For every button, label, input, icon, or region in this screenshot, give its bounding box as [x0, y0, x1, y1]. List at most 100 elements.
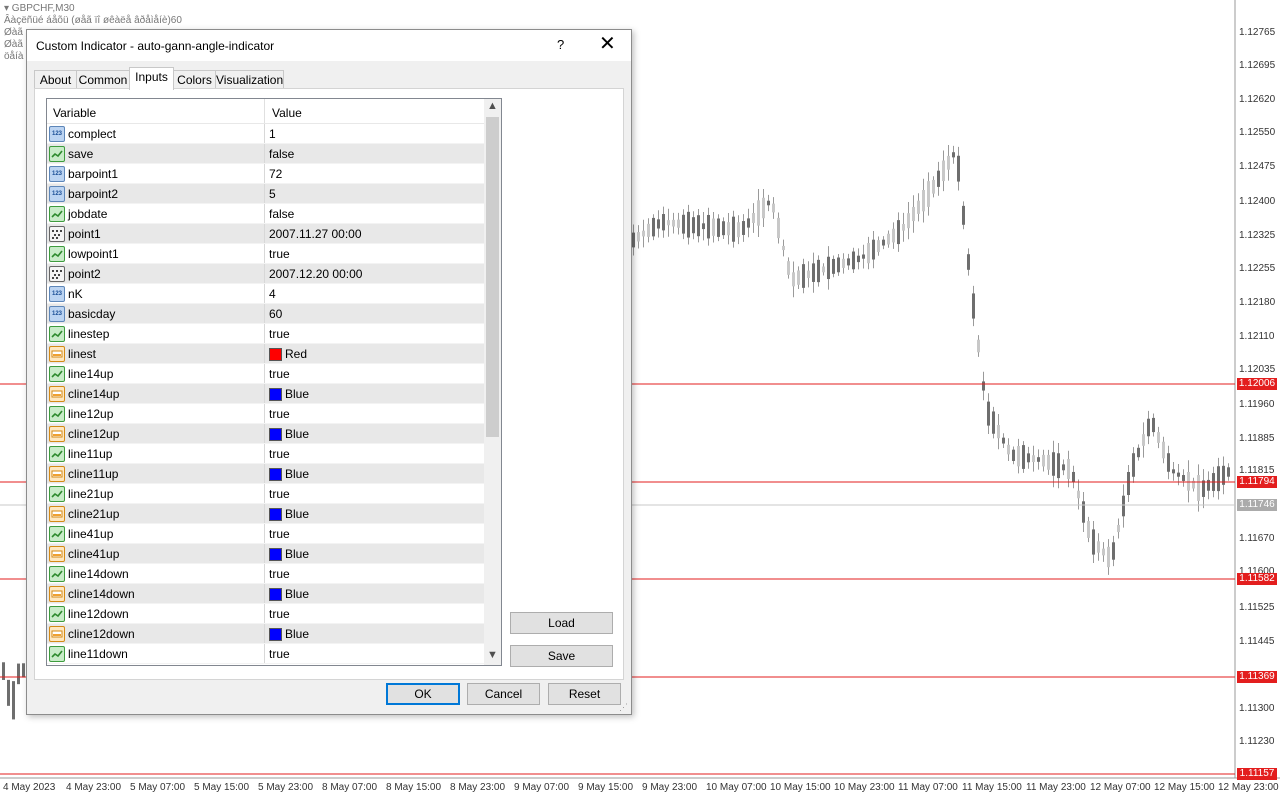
input-row-nK[interactable]: 123 nK 4 [47, 284, 484, 304]
input-row-barpoint1[interactable]: 123 barpoint1 72 [47, 164, 484, 184]
candle-body [1052, 452, 1055, 476]
scroll-thumb[interactable] [486, 117, 499, 437]
column-header-variable[interactable]: Variable [53, 106, 96, 120]
variable-value[interactable]: true [269, 567, 290, 581]
variable-value[interactable]: 1 [269, 127, 276, 141]
cell-separator [264, 224, 265, 244]
input-row-linest[interactable]: linest Red [47, 344, 484, 364]
tab-about[interactable]: About [34, 70, 77, 90]
tab-inputs[interactable]: Inputs [129, 67, 174, 90]
color-swatch[interactable] [269, 348, 282, 361]
variable-value[interactable]: 60 [269, 307, 282, 321]
save-button[interactable]: Save [510, 645, 613, 667]
datetime-type-icon [49, 226, 65, 242]
scroll-down-arrow-icon[interactable]: ▼ [487, 649, 498, 661]
variable-value[interactable]: Blue [285, 427, 309, 441]
boolean-type-icon [49, 526, 65, 542]
input-row-cline21up[interactable]: cline21up Blue [47, 504, 484, 524]
variable-value[interactable]: 2007.11.27 00:00 [269, 227, 362, 241]
candle-body [802, 264, 805, 288]
tab-colors[interactable]: Colors [173, 70, 216, 90]
variable-value[interactable]: Red [285, 347, 307, 361]
color-swatch[interactable] [269, 548, 282, 561]
input-row-line21up[interactable]: line21up true [47, 484, 484, 504]
tab-visualization[interactable]: Visualization [215, 70, 284, 90]
input-row-line14up[interactable]: line14up true [47, 364, 484, 384]
variable-value[interactable]: Blue [285, 467, 309, 481]
variable-value[interactable]: Blue [285, 627, 309, 641]
variable-value[interactable]: 5 [269, 187, 276, 201]
load-button[interactable]: Load [510, 612, 613, 634]
candle-body [1132, 453, 1135, 477]
variable-value[interactable]: true [269, 327, 290, 341]
dialog-titlebar[interactable]: Custom Indicator - auto-gann-angle-indic… [27, 30, 631, 61]
indicator-info-line: Âàçëñüé áåõü (øåã ïî øêàëå âðåìåíè)60 [4, 15, 182, 26]
variable-value[interactable]: Blue [285, 507, 309, 521]
variable-value[interactable]: Blue [285, 587, 309, 601]
variable-value[interactable]: true [269, 527, 290, 541]
grid-scrollbar[interactable]: ▲ ▼ [484, 99, 501, 665]
time-tick-label: 11 May 15:00 [962, 782, 1022, 793]
variable-value[interactable]: false [269, 207, 294, 221]
color-swatch[interactable] [269, 428, 282, 441]
cell-separator [264, 504, 265, 524]
variable-value[interactable]: true [269, 367, 290, 381]
column-header-value[interactable]: Value [272, 106, 302, 120]
input-row-line11up[interactable]: line11up true [47, 444, 484, 464]
time-tick-label: 8 May 07:00 [322, 782, 378, 793]
reset-button[interactable]: Reset [548, 683, 621, 705]
variable-value[interactable]: true [269, 447, 290, 461]
variable-value[interactable]: Blue [285, 387, 309, 401]
level-price-tag: 1.11794 [1237, 476, 1277, 488]
variable-value[interactable]: true [269, 487, 290, 501]
variable-value[interactable]: true [269, 647, 290, 661]
variable-value[interactable]: true [269, 407, 290, 421]
input-row-cline11up[interactable]: cline11up Blue [47, 464, 484, 484]
cancel-button[interactable]: Cancel [467, 683, 540, 705]
candle-body [792, 272, 795, 287]
variable-value[interactable]: 4 [269, 287, 276, 301]
variable-value[interactable]: 2007.12.20 00:00 [269, 267, 362, 281]
scroll-up-arrow-icon[interactable]: ▲ [487, 100, 498, 112]
input-row-point2[interactable]: point2 2007.12.20 00:00 [47, 264, 484, 284]
ok-button[interactable]: OK [386, 683, 460, 705]
color-swatch[interactable] [269, 588, 282, 601]
color-swatch[interactable] [269, 628, 282, 641]
input-row-line41up[interactable]: line41up true [47, 524, 484, 544]
variable-value[interactable]: Blue [285, 547, 309, 561]
input-row-cline14up[interactable]: cline14up Blue [47, 384, 484, 404]
variable-value[interactable]: true [269, 607, 290, 621]
color-swatch[interactable] [269, 388, 282, 401]
input-row-line14down[interactable]: line14down true [47, 564, 484, 584]
close-button[interactable]: ✕ [599, 33, 616, 55]
column-separator[interactable] [264, 99, 265, 123]
input-row-save[interactable]: save false [47, 144, 484, 164]
resize-grip-icon[interactable]: ⋰ [619, 702, 628, 713]
datetime-type-icon [49, 266, 65, 282]
input-row-cline12up[interactable]: cline12up Blue [47, 424, 484, 444]
symbol-timeframe[interactable]: ▾ GBPCHF,M30 [4, 3, 182, 15]
input-row-barpoint2[interactable]: 123 barpoint2 5 [47, 184, 484, 204]
color-swatch[interactable] [269, 468, 282, 481]
input-row-jobdate[interactable]: jobdate false [47, 204, 484, 224]
input-row-line12up[interactable]: line12up true [47, 404, 484, 424]
help-button[interactable]: ? [557, 37, 564, 52]
variable-value[interactable]: true [269, 247, 290, 261]
variable-value[interactable]: 72 [269, 167, 282, 181]
color-swatch[interactable] [269, 508, 282, 521]
input-row-line12down[interactable]: line12down true [47, 604, 484, 624]
input-row-linestep[interactable]: linestep true [47, 324, 484, 344]
input-row-lowpoint1[interactable]: lowpoint1 true [47, 244, 484, 264]
input-row-point1[interactable]: point1 2007.11.27 00:00 [47, 224, 484, 244]
input-row-basicday[interactable]: 123 basicday 60 [47, 304, 484, 324]
input-row-cline14down[interactable]: cline14down Blue [47, 584, 484, 604]
input-row-cline12down[interactable]: cline12down Blue [47, 624, 484, 644]
candle-body [707, 214, 710, 239]
input-row-complect[interactable]: 123 complect 1 [47, 124, 484, 144]
cell-separator [264, 524, 265, 544]
tab-common[interactable]: Common [76, 70, 130, 90]
input-row-cline41up[interactable]: cline41up Blue [47, 544, 484, 564]
variable-value[interactable]: false [269, 147, 294, 161]
input-row-line11down[interactable]: line11down true [47, 644, 484, 664]
time-tick-label: 5 May 07:00 [130, 782, 186, 793]
